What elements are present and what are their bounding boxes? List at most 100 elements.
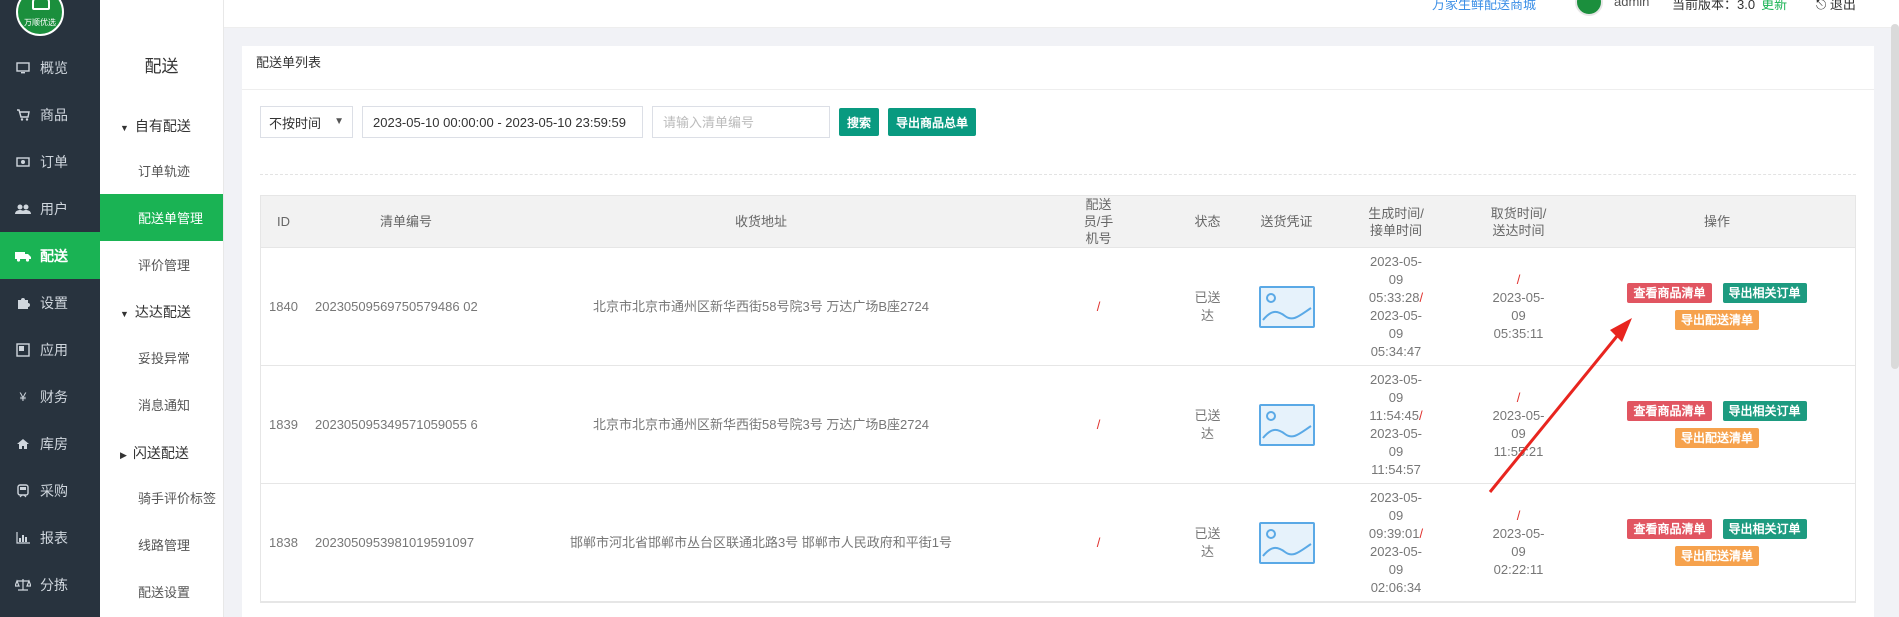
page-title: 配送单列表 bbox=[256, 55, 322, 70]
sub-item-rider-tags[interactable]: 骑手评价标签 bbox=[100, 474, 223, 521]
brand-logo[interactable]: 万顺优选 bbox=[16, 0, 64, 36]
scale-icon bbox=[14, 578, 32, 592]
cell-take-time: / 2023-05-09 05:35:11 bbox=[1458, 248, 1579, 365]
sidebar-item-label: 库房 bbox=[40, 435, 68, 452]
sidebar-item-sorting[interactable]: 分拣 bbox=[0, 561, 100, 608]
take-time-1: / bbox=[1516, 507, 1521, 523]
page-scrollbar[interactable] bbox=[1891, 24, 1899, 369]
header-order-no: 清单编号 bbox=[379, 214, 432, 229]
group-label: 闪送配送 bbox=[132, 445, 189, 461]
image-icon[interactable] bbox=[1258, 285, 1315, 328]
header-take-time: 取货时间/送达时间 bbox=[1458, 196, 1579, 247]
sub-item-delivery-manage[interactable]: 配送单管理 bbox=[100, 194, 223, 241]
gen-time-1: 2023-05-09 09:39:01 bbox=[1368, 489, 1423, 541]
export-orders-button[interactable]: 导出相关订单 bbox=[1722, 401, 1807, 421]
sub-item-delivery-exception[interactable]: 妥投异常 bbox=[100, 334, 223, 381]
export-delivery-button[interactable]: 导出配送清单 bbox=[1674, 310, 1759, 330]
actions-line: 查看商品清单 导出相关订单 bbox=[1627, 401, 1807, 421]
version-label: 当前版本：3.0 bbox=[1672, 0, 1756, 12]
cell-id: 1839 bbox=[269, 416, 298, 432]
puzzle-icon bbox=[14, 296, 32, 310]
cell-address: 北京市北京市通州区新华西街58号院3号 万达广场B座2724 bbox=[593, 416, 929, 432]
app-icon bbox=[14, 342, 32, 357]
sidebar-item-warehouse[interactable]: 库房 bbox=[0, 420, 100, 467]
sidebar-item-orders[interactable]: 订单 bbox=[0, 138, 100, 185]
date-range-input[interactable]: 2023-05-10 00:00:00 - 2023-05-10 23:59:5… bbox=[362, 106, 643, 138]
cell-actions: 查看商品清单 导出相关订单 导出配送清单 bbox=[1579, 484, 1855, 601]
sidebar-item-reports[interactable]: 报表 bbox=[0, 514, 100, 561]
take-time-2: 2023-05-09 11:55:21 bbox=[1492, 407, 1545, 459]
search-button[interactable]: 搜索 bbox=[839, 108, 880, 136]
order-no-text: 202305095349571059055 6 bbox=[315, 416, 478, 432]
sub-item-notifications[interactable]: 消息通知 bbox=[100, 381, 223, 428]
gen-time-2: 2023-05-09 05:34:47 bbox=[1369, 307, 1423, 359]
logout-link[interactable]: ⎋ 退出 bbox=[1816, 0, 1856, 13]
update-link[interactable]: 更新 bbox=[1761, 0, 1787, 12]
sidebar-item-users[interactable]: 用户 bbox=[0, 185, 100, 232]
sub-item-label: 订单轨迹 bbox=[138, 164, 191, 179]
sidebar-item-overview[interactable]: 概览 bbox=[0, 44, 100, 91]
group-dada-delivery[interactable]: ▼ 达达配送 bbox=[120, 302, 191, 322]
sub-item-review-manage[interactable]: 评价管理 bbox=[100, 241, 223, 288]
cell-rider: / bbox=[1096, 416, 1101, 432]
sub-item-label: 骑手评价标签 bbox=[138, 491, 217, 506]
sub-item-route-manage[interactable]: 线路管理 bbox=[100, 521, 223, 568]
sidebar-item-apps[interactable]: 应用 bbox=[0, 326, 100, 373]
cell-rider: / bbox=[1096, 534, 1101, 550]
logo-text: 万顺优选 bbox=[24, 18, 56, 27]
cell-order-no: 202305095349571059055 6 bbox=[311, 366, 501, 483]
actions-line: 查看商品清单 导出相关订单 bbox=[1627, 283, 1807, 303]
gen-time-1: 2023-05-09 05:33:28 bbox=[1368, 253, 1423, 305]
sidebar-item-label: 配送 bbox=[40, 247, 68, 264]
sidebar-item-label: 设置 bbox=[40, 294, 68, 311]
export-orders-button[interactable]: 导出相关订单 bbox=[1722, 283, 1807, 303]
cell-status: 已送达 bbox=[1176, 366, 1239, 483]
users-icon bbox=[14, 202, 32, 216]
sidebar-item-finance[interactable]: ¥ 财务 bbox=[0, 373, 100, 420]
export-orders-button[interactable]: 导出相关订单 bbox=[1722, 519, 1807, 539]
truck-icon bbox=[14, 249, 32, 263]
time-select-value: 不按时间 bbox=[269, 115, 322, 131]
take-time-1: / bbox=[1516, 271, 1521, 287]
sub-item-delivery-settings[interactable]: 配送设置 bbox=[100, 568, 223, 615]
sub-item-label: 配送设置 bbox=[138, 585, 191, 600]
page-header: 配送单列表 bbox=[242, 46, 1874, 90]
take-time-2: 2023-05-09 02:22:11 bbox=[1492, 525, 1545, 577]
sidebar-item-label: 财务 bbox=[40, 388, 68, 405]
group-label: 自有配送 bbox=[134, 118, 191, 134]
caret-down-icon: ▼ bbox=[334, 116, 344, 127]
time-filter-select[interactable]: 不按时间 ▼ bbox=[260, 106, 353, 138]
view-goods-button[interactable]: 查看商品清单 bbox=[1627, 283, 1712, 303]
export-delivery-button[interactable]: 导出配送清单 bbox=[1674, 546, 1759, 566]
header-address: 收货地址 bbox=[734, 214, 787, 229]
cell-status: 已送达 bbox=[1176, 484, 1239, 601]
take-time-2: 2023-05-09 05:35:11 bbox=[1492, 289, 1545, 341]
sidebar-item-label: 商品 bbox=[40, 106, 68, 123]
table-row: 1839 202305095349571059055 6 北京市北京市通州区新华… bbox=[261, 366, 1855, 484]
image-icon[interactable] bbox=[1258, 403, 1315, 446]
group-flash-delivery[interactable]: ▶ 闪送配送 bbox=[120, 443, 189, 463]
bar-chart-icon bbox=[14, 531, 32, 545]
export-delivery-button[interactable]: 导出配送清单 bbox=[1674, 428, 1759, 448]
filter-bar: 不按时间 ▼ 2023-05-10 00:00:00 - 2023-05-10 … bbox=[260, 106, 977, 138]
export-summary-button[interactable]: 导出商品总单 bbox=[888, 108, 977, 136]
username[interactable]: admin bbox=[1614, 0, 1649, 9]
logo-mark-icon bbox=[32, 0, 50, 10]
sidebar-item-settings[interactable]: 设置 bbox=[0, 279, 100, 326]
avatar[interactable] bbox=[1575, 0, 1603, 16]
sub-item-order-track[interactable]: 订单轨迹 bbox=[100, 147, 223, 194]
sidebar-item-delivery[interactable]: 配送 bbox=[0, 232, 100, 279]
sidebar-item-purchase[interactable]: 采购 bbox=[0, 467, 100, 514]
view-goods-button[interactable]: 查看商品清单 bbox=[1627, 401, 1712, 421]
image-icon[interactable] bbox=[1258, 521, 1315, 564]
shop-link[interactable]: 万家生鲜配送商城 bbox=[1432, 0, 1536, 13]
cell-take-time: / 2023-05-09 11:55:21 bbox=[1458, 366, 1579, 483]
view-goods-button[interactable]: 查看商品清单 bbox=[1627, 519, 1712, 539]
sidebar-item-label: 订单 bbox=[40, 153, 68, 170]
order-code-input[interactable] bbox=[652, 106, 830, 138]
header-generate-time: 生成时间/接单时间 bbox=[1334, 196, 1458, 247]
sidebar-item-goods[interactable]: 商品 bbox=[0, 91, 100, 138]
group-own-delivery[interactable]: ▼ 自有配送 bbox=[120, 116, 191, 136]
sub-item-label: 妥投异常 bbox=[138, 351, 191, 366]
separator-slash: / bbox=[1419, 289, 1424, 305]
